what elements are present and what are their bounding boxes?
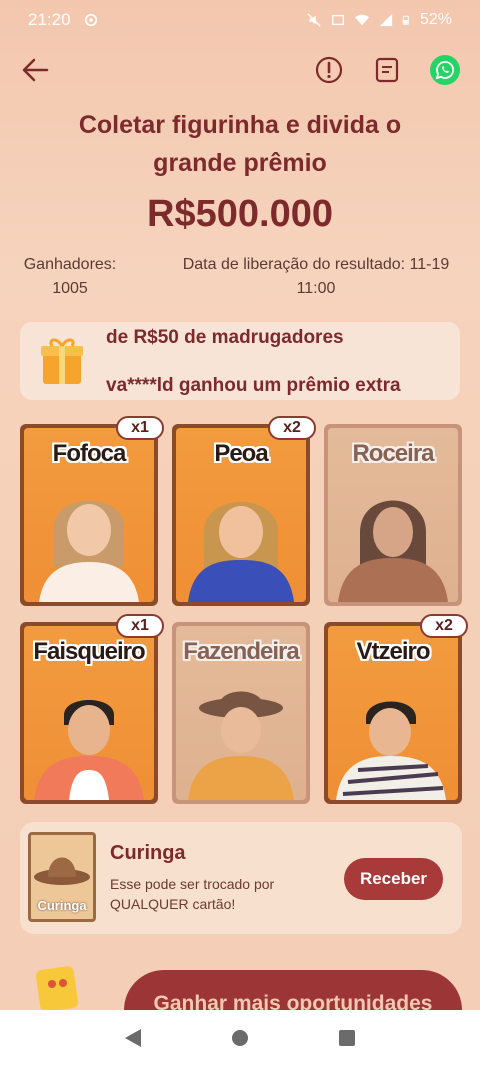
winners-count: 1005	[52, 280, 88, 297]
sticker-name: Faisqueiro	[33, 638, 145, 665]
joker-sticker-image: Curinga	[28, 832, 96, 922]
records-button[interactable]	[372, 55, 402, 85]
person-photo	[34, 700, 144, 800]
nav-back-button[interactable]	[113, 1018, 153, 1058]
person-photo	[338, 500, 448, 602]
sticker-card-fazendeira[interactable]: Fazendeira	[172, 622, 310, 804]
sticker-count-badge: x1	[116, 416, 164, 440]
news-line-1: de R$50 de madrugadores	[106, 327, 344, 348]
whatsapp-share-button[interactable]	[430, 55, 460, 85]
app-notification-icon	[84, 13, 97, 27]
sticker-count-badge: x1	[116, 614, 164, 638]
sticker-card-roceira[interactable]: Roceira	[324, 424, 462, 606]
winners-label: Ganhadores:	[23, 256, 117, 273]
sticker-name: Fofoca	[52, 440, 127, 467]
person-photo	[39, 500, 139, 602]
release-time: 11:00	[296, 280, 336, 297]
joker-description: Esse pode ser trocado por QUALQUER cartã…	[110, 876, 275, 912]
status-bar: 21:20 52%	[0, 0, 480, 40]
nav-home-button[interactable]	[220, 1018, 260, 1058]
sticker-card-fofoca[interactable]: Fofoca x1	[20, 416, 164, 606]
sticker-card-peoa[interactable]: Peoa x2	[172, 416, 316, 606]
release-label: Data de liberação do resultado: 11-19	[182, 256, 450, 273]
sticker-count-badge: x2	[268, 416, 316, 440]
document-icon	[375, 57, 399, 83]
winners-info: Ganhadores: 1005	[14, 253, 126, 301]
whatsapp-icon	[430, 55, 460, 85]
nav-recents-button[interactable]	[327, 1018, 367, 1058]
signal-icon	[379, 13, 393, 27]
sticker-name: Roceira	[352, 440, 434, 467]
battery-level: 52%	[419, 11, 452, 28]
more-chances-button[interactable]: Ganhar mais oportunidades	[124, 970, 462, 1010]
arrow-left-icon	[22, 58, 49, 82]
receive-button[interactable]: Receber	[344, 858, 443, 900]
ticket-mascot-icon	[36, 966, 78, 1010]
cowboy-hat-icon	[34, 857, 90, 885]
sticker-name: Vtzeiro	[356, 638, 430, 665]
person-photo	[188, 691, 294, 800]
joker-image-label: Curinga	[37, 898, 87, 913]
circle-home-icon	[231, 1030, 248, 1046]
release-info: Data de liberação do resultado: 11-19 11…	[168, 253, 464, 301]
status-time: 21:20	[28, 10, 71, 29]
triangle-back-icon	[125, 1029, 142, 1047]
square-recents-icon	[338, 1030, 355, 1046]
rules-button[interactable]	[314, 55, 344, 85]
person-photo	[188, 502, 294, 602]
news-line-2: va****ld ganhou um prêmio extra	[106, 375, 401, 396]
prize-amount: R$500.000	[147, 193, 333, 235]
person-photo	[336, 701, 446, 800]
sticker-card-vtzeiro[interactable]: Vtzeiro x2	[324, 614, 468, 804]
system-nav-bar	[0, 1010, 480, 1066]
winner-news-banner: de R$50 de madrugadores va****ld ganhou …	[20, 322, 460, 400]
gift-icon	[41, 338, 83, 384]
page-title: Coletar figurinha e divida o grande prêm…	[78, 111, 402, 177]
wifi-icon	[354, 14, 369, 26]
bottom-actions: Ganhar mais oportunidades	[0, 950, 480, 1010]
mute-icon	[307, 13, 321, 27]
data-icon	[332, 14, 344, 26]
exclamation-circle-icon	[315, 56, 343, 84]
top-bar	[0, 48, 480, 92]
back-button[interactable]	[20, 55, 50, 85]
sticker-card-faisqueiro[interactable]: Faisqueiro x1	[20, 614, 164, 804]
sticker-count-badge: x2	[420, 614, 468, 638]
joker-title: Curinga	[110, 842, 186, 864]
joker-card: Curinga Curinga Esse pode ser trocado po…	[20, 822, 462, 934]
battery-icon	[402, 15, 409, 25]
sticker-grid: Fofoca x1 Peoa x2 Roceira Faisqueiro x1 …	[20, 416, 468, 806]
sticker-name: Fazendeira	[183, 638, 299, 665]
sticker-name: Peoa	[214, 440, 268, 467]
